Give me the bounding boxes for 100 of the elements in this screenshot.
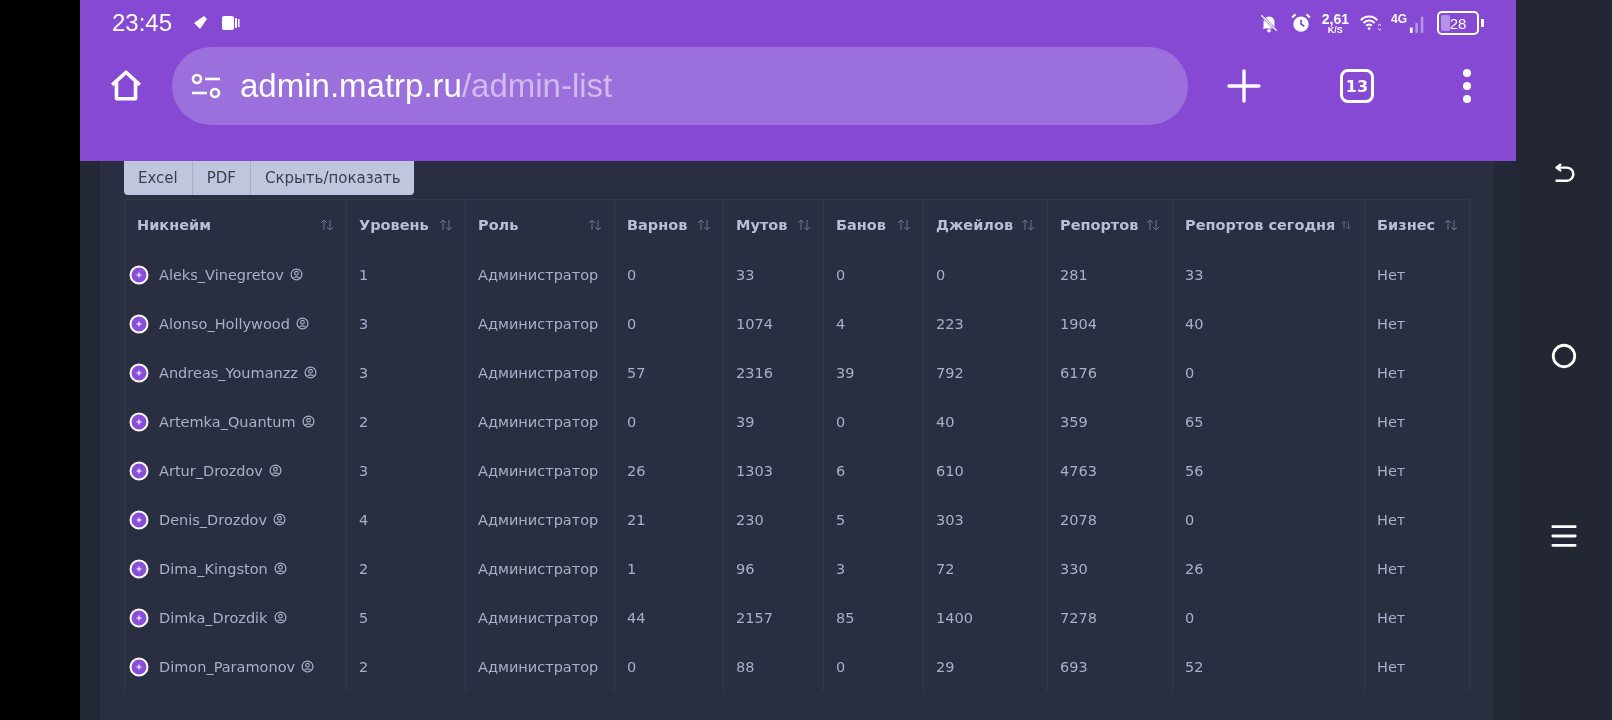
table-cell: 21 xyxy=(627,511,646,528)
sort-icon[interactable] xyxy=(588,219,602,231)
table-cell: 2 xyxy=(359,658,369,675)
table-cell: 4 xyxy=(359,511,369,528)
more-icon[interactable] xyxy=(1462,69,1472,103)
table-cell: 0 xyxy=(627,658,637,675)
table-cell: 39 xyxy=(736,413,755,430)
expand-button[interactable] xyxy=(129,460,149,481)
table-cell: 3 xyxy=(359,315,369,332)
table-cell: 33 xyxy=(1185,266,1204,283)
table-cell: Администратор xyxy=(478,413,599,430)
sort-icon[interactable] xyxy=(797,219,811,231)
column-header[interactable]: Мутов xyxy=(736,217,788,233)
user-icon xyxy=(304,366,317,379)
sort-icon[interactable] xyxy=(1021,219,1035,231)
column-header[interactable]: Репортов xyxy=(1060,217,1139,233)
table-cell: Администратор xyxy=(478,315,599,332)
table-cell: Нет xyxy=(1377,658,1406,675)
table-cell: 0 xyxy=(836,413,846,430)
sort-icon[interactable] xyxy=(697,219,711,231)
table-cell: 33 xyxy=(736,266,755,283)
table-cell: 5 xyxy=(359,609,369,626)
table-cell: 693 xyxy=(1060,658,1088,675)
column-header[interactable]: Бизнес xyxy=(1377,217,1436,233)
expand-button[interactable] xyxy=(129,411,149,432)
table-cell: Aleks_Vinegretov xyxy=(159,266,284,283)
app-icon xyxy=(220,13,241,33)
table-cell: 3 xyxy=(359,364,369,381)
table-cell: 230 xyxy=(736,511,764,528)
column-header[interactable]: Никнейм xyxy=(137,217,211,233)
table-cell: 1400 xyxy=(936,609,973,626)
site-settings-icon[interactable] xyxy=(190,72,222,100)
table-cell: 2078 xyxy=(1060,511,1097,528)
export-button[interactable]: Скрыть/показать xyxy=(250,161,415,195)
table-cell: Dima_Kingston xyxy=(159,560,268,577)
table-cell: 1303 xyxy=(736,462,773,479)
expand-button[interactable] xyxy=(129,509,149,530)
sort-icon[interactable] xyxy=(320,219,334,231)
table-cell: 40 xyxy=(936,413,955,430)
column-header[interactable]: Репортов сегодня xyxy=(1185,217,1336,233)
table-cell: Andreas_Youmanzz xyxy=(159,364,298,381)
column-header[interactable]: Джейлов xyxy=(936,217,1014,233)
expand-button[interactable] xyxy=(129,264,149,285)
expand-button[interactable] xyxy=(129,558,149,579)
user-icon xyxy=(301,660,315,673)
table-cell: 40 xyxy=(1185,315,1204,332)
table-cell: Artemka_Quantum xyxy=(159,413,296,430)
table-cell: 2157 xyxy=(736,609,773,626)
column-header[interactable]: Варнов xyxy=(627,217,688,233)
address-bar[interactable]: admin.matrp.ru/admin-list xyxy=(172,47,1188,125)
column-header[interactable]: Банов xyxy=(836,217,886,233)
table-cell: Администратор xyxy=(478,462,599,479)
sort-icon[interactable] xyxy=(1444,219,1458,231)
table-cell: Denis_Drozdov xyxy=(159,511,268,528)
table-cell: 96 xyxy=(736,560,755,577)
column-header[interactable]: Уровень xyxy=(359,217,429,233)
home-button-icon[interactable] xyxy=(1550,342,1578,370)
table-cell: Нет xyxy=(1377,609,1406,626)
table-cell: 4 xyxy=(836,315,846,332)
recent-apps-icon[interactable] xyxy=(1550,522,1578,550)
user-icon xyxy=(273,611,287,624)
home-icon[interactable] xyxy=(108,68,144,104)
user-icon xyxy=(289,268,303,281)
tab-count-button[interactable]: 13 xyxy=(1340,69,1374,103)
table-cell: 281 xyxy=(1060,266,1088,283)
table-cell: 303 xyxy=(936,511,964,528)
table-cell: Нет xyxy=(1377,413,1406,430)
table-cell: 0 xyxy=(1185,609,1195,626)
expand-button[interactable] xyxy=(129,362,149,383)
table-cell: 0 xyxy=(627,266,637,283)
table-cell: 6176 xyxy=(1060,364,1097,381)
table-cell: 39 xyxy=(836,364,855,381)
table-cell: Dimon_Paramonov xyxy=(159,658,296,675)
expand-button[interactable] xyxy=(129,313,149,334)
table-cell: 72 xyxy=(936,560,955,577)
table-cell: 3 xyxy=(359,462,369,479)
user-icon xyxy=(295,317,309,330)
table-cell: Администратор xyxy=(478,560,599,577)
table-cell: 0 xyxy=(1185,364,1195,381)
expand-button[interactable] xyxy=(129,607,149,628)
sort-icon[interactable] xyxy=(897,219,911,231)
expand-button[interactable] xyxy=(129,656,149,677)
export-button[interactable]: PDF xyxy=(192,161,251,195)
table-cell: 1 xyxy=(359,266,369,283)
table-cell: 0 xyxy=(627,413,637,430)
table-cell: 610 xyxy=(936,462,964,479)
table-cell: 2 xyxy=(359,413,369,430)
speed-unit: K/S xyxy=(1327,25,1343,35)
table-cell: 26 xyxy=(1185,560,1204,577)
table-cell: 5 xyxy=(836,511,846,528)
table-cell: 4763 xyxy=(1060,462,1097,479)
new-tab-icon[interactable] xyxy=(1226,68,1262,104)
table-cell: Администратор xyxy=(478,609,599,626)
table-cell: 2 xyxy=(359,560,369,577)
export-button[interactable]: Excel xyxy=(124,161,193,195)
sort-icon[interactable] xyxy=(1146,219,1160,231)
table-cell: 56 xyxy=(1185,462,1204,479)
sort-icon[interactable] xyxy=(439,219,453,231)
column-header[interactable]: Роль xyxy=(478,217,519,233)
table-cell: Администратор xyxy=(478,658,599,675)
